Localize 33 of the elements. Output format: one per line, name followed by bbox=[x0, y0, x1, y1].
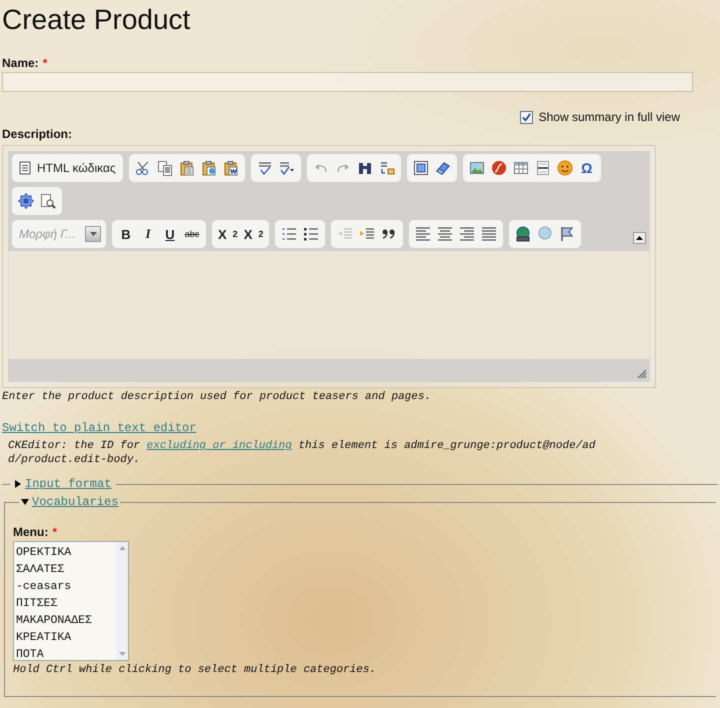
checkbox-label: Show summary in full view bbox=[538, 110, 680, 124]
checkbox[interactable] bbox=[520, 110, 533, 124]
required-mark: * bbox=[52, 525, 57, 539]
field-label: Menu: bbox=[13, 525, 48, 539]
format-button[interactable]: I bbox=[137, 223, 159, 245]
list-option[interactable]: ΠΙΤΣΕΣ bbox=[16, 595, 116, 612]
list-option[interactable]: ΟΡΕΚΤΙΚΑ bbox=[16, 544, 116, 561]
field-description: Enter the product description used for product teasers and pages. bbox=[2, 391, 432, 403]
category-listbox[interactable]: ΟΡΕΚΤΙΚΑ ΣΑΛΑΤΕΣ -ceasars ΠΙΤΣΕΣ ΜΑΚΑΡΟΝΑΔΕΣ ΚΡΕΑΤΙΚΑ ΠΟΤΑ bbox=[13, 541, 129, 661]
format-button[interactable]: abc bbox=[181, 223, 203, 245]
page-title: Create Product bbox=[2, 3, 192, 37]
required-mark: * bbox=[42, 56, 48, 70]
source-button[interactable]: HTML κώδικας bbox=[15, 157, 120, 179]
collapse-toolbar-button[interactable] bbox=[633, 232, 646, 244]
format-button[interactable]: Ω bbox=[576, 157, 598, 179]
format-button[interactable]: U bbox=[159, 223, 181, 245]
list-option[interactable]: -ceasars bbox=[16, 578, 116, 595]
editor-note: CKEditor: the ID for excluding or including this element is admire_grunge:product@node/add/product.edit-body. bbox=[8, 439, 597, 467]
format-button[interactable]: X$^{2}$ bbox=[240, 223, 266, 245]
list-option[interactable]: ΣΑΛΑΤΕΣ bbox=[16, 561, 116, 578]
list-option[interactable]: ΚΡΕΑΤΙΚΑ bbox=[16, 629, 116, 646]
collapse-arrow-icon bbox=[636, 236, 643, 240]
document-icon bbox=[19, 161, 31, 175]
field-label: Description: bbox=[2, 127, 74, 141]
field-description: Hold Ctrl while clicking to select multiple categories. bbox=[13, 664, 378, 676]
format-button[interactable]: B bbox=[115, 223, 137, 245]
list-option[interactable]: ΠΟΤΑ bbox=[16, 646, 116, 663]
field-label: Name: bbox=[2, 56, 39, 70]
list-option[interactable]: ΜΑΚΑΡΟΝΑΔΕΣ bbox=[16, 612, 116, 629]
name-input-field[interactable] bbox=[2, 72, 693, 92]
expand-triangle-icon[interactable] bbox=[15, 480, 21, 488]
resize-grip-icon[interactable] bbox=[635, 367, 647, 379]
collapse-triangle-icon[interactable] bbox=[21, 499, 29, 505]
